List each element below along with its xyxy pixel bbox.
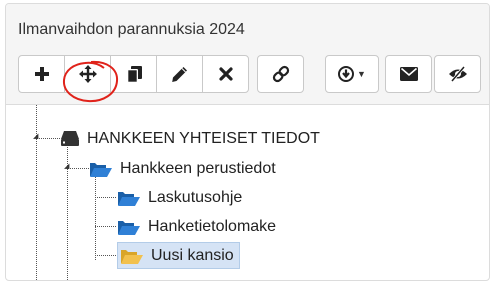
- pencil-icon: [172, 66, 187, 82]
- tree-node-label: Uusi kansio: [148, 244, 237, 267]
- tree-node-label: Hankkeen perustiedot: [120, 159, 276, 177]
- folder-open-icon: [118, 191, 140, 206]
- rename-button[interactable]: [156, 55, 203, 93]
- hide-button[interactable]: [434, 55, 481, 93]
- download-circle-icon: [338, 66, 355, 82]
- tree-node-child-selected[interactable]: Uusi kansio: [117, 242, 240, 269]
- panel-header: Ilmanvaihdon parannuksia 2024 ▼: [6, 4, 489, 105]
- link-icon: [272, 65, 289, 83]
- plus-icon: [34, 67, 49, 81]
- folder-open-icon: [118, 220, 140, 235]
- delete-button[interactable]: [202, 55, 249, 93]
- panel-title: Ilmanvaihdon parannuksia 2024: [18, 21, 245, 38]
- folder-open-icon: [121, 249, 143, 264]
- email-button[interactable]: [385, 55, 432, 93]
- chevron-down-icon: ▼: [357, 69, 366, 79]
- link-button[interactable]: [257, 55, 304, 93]
- tree-node-label: HANKKEEN YHTEISET TIEDOT: [87, 129, 320, 147]
- copy-button[interactable]: [110, 55, 157, 93]
- tree-node-label: Hanketietolomake: [148, 217, 277, 235]
- file-browser-panel: Ilmanvaihdon parannuksia 2024 ▼ ◢ ◢ HANK…: [5, 3, 490, 281]
- tree-node-root[interactable]: HANKKEEN YHTEISET TIEDOT: [61, 126, 323, 151]
- tree-node-label: Laskutusohje: [148, 188, 243, 206]
- tree-node-folder[interactable]: Hankkeen perustiedot: [90, 156, 279, 181]
- eye-slash-icon: [448, 66, 467, 82]
- collapse-toggle-icon[interactable]: ◢: [33, 132, 38, 140]
- drive-icon: [61, 131, 79, 146]
- download-dropdown-button[interactable]: ▼: [325, 55, 379, 93]
- tree-node-child[interactable]: Laskutusohje: [118, 185, 245, 210]
- folder-open-icon: [90, 162, 112, 177]
- envelope-icon: [399, 67, 418, 81]
- move-button[interactable]: [64, 55, 111, 93]
- add-button[interactable]: [18, 55, 65, 93]
- folder-tree: ◢ ◢ HANKKEEN YHTEISET TIEDOT Hankkeen pe…: [6, 105, 489, 280]
- collapse-toggle-icon[interactable]: ◢: [64, 162, 69, 170]
- close-icon: [218, 67, 233, 81]
- move-arrows-icon: [78, 65, 97, 83]
- tree-node-child[interactable]: Hanketietolomake: [118, 214, 279, 239]
- copy-icon: [126, 65, 142, 83]
